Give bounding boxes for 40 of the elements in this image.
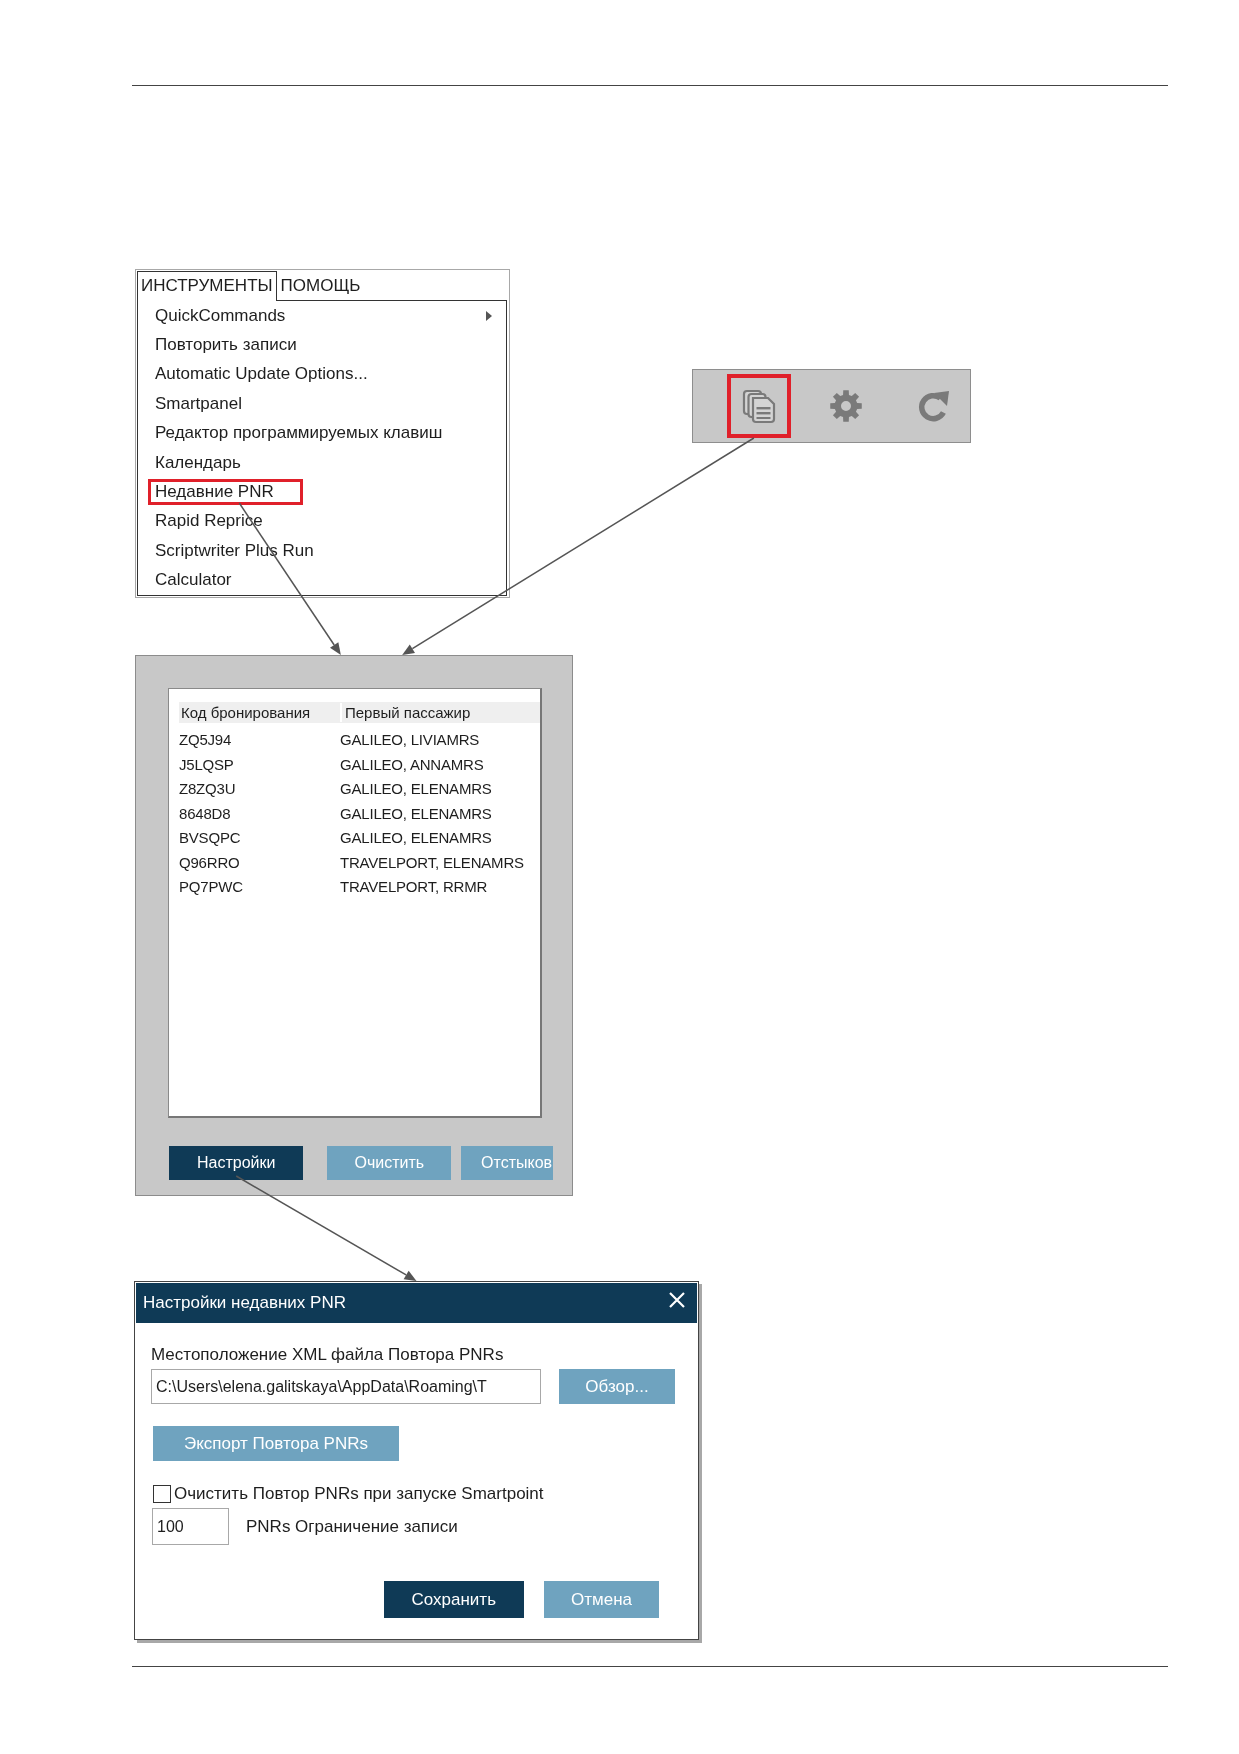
table-cell-text: TRAVELPORT, ELENAMRS (340, 853, 525, 872)
table-cell-text: ZQ5J94 (179, 731, 233, 750)
table-cell-text: TRAVELPORT, RRMR (340, 878, 489, 897)
dialog-title: Настройки недавних PNR (143, 1293, 346, 1313)
gear-icon (828, 388, 864, 424)
checkbox-label: Очистить Повтор PNRs при запуске Smartpoint (174, 1484, 544, 1504)
path-input[interactable]: C:\Users\elena.galitskaya\AppData\Roaming\T (151, 1369, 541, 1404)
menu-item[interactable]: Недавние PNR (148, 479, 303, 506)
table-cell-text: Z8ZQ3U (179, 780, 237, 799)
menu-tab[interactable]: ИНСТРУМЕНТЫ (137, 271, 277, 301)
table-cell-text: GALILEO, LIVIAMRS (340, 731, 481, 750)
table-cell-text: GALILEO, ELENAMRS (340, 804, 493, 823)
documents-icon (741, 388, 777, 424)
menu-item[interactable]: Automatic Update Options... (152, 361, 371, 388)
table-cell-text: 8648D8 (179, 804, 232, 823)
table-cell-text: GALILEO, ELENAMRS (340, 780, 493, 799)
table-cell-text: J5LQSP (179, 755, 235, 774)
table-cell-text: GALILEO, ANNAMRS (340, 755, 485, 774)
table-cell-text: PQ7PWC (179, 878, 244, 897)
table-cell-text: BVSQPC (179, 829, 242, 848)
column-header: Первый пассажир (340, 703, 528, 722)
close-icon (669, 1292, 685, 1308)
menu-item[interactable]: Редактор программируемых клавиш (152, 420, 446, 447)
table-cell-text: Q96RRO (179, 853, 241, 872)
menu-item[interactable]: Календарь (152, 449, 244, 476)
close-button[interactable] (669, 1292, 685, 1308)
menu-item[interactable]: Smartpanel (152, 390, 245, 417)
menu-item[interactable]: Calculator (152, 567, 235, 594)
save-button[interactable]: Сохранить (383, 1581, 524, 1618)
settings-button[interactable]: Настройки (169, 1146, 304, 1180)
copy-button[interactable] (727, 374, 791, 438)
menu-item[interactable]: QuickCommands (152, 302, 289, 329)
column-header: Код бронирования (180, 703, 312, 722)
menu-tab[interactable]: ПОМОЩЬ (276, 271, 365, 300)
limit-input[interactable]: 100 (152, 1508, 229, 1545)
menu-item[interactable]: Повторить записи (152, 332, 300, 359)
table-cell-text: GALILEO, ELENAMRS (340, 829, 493, 848)
field-label: Местоположение XML файла Повтора PNRs (151, 1345, 504, 1365)
checkbox[interactable] (153, 1485, 171, 1503)
field-label: PNRs Ограничение записи (246, 1516, 458, 1537)
